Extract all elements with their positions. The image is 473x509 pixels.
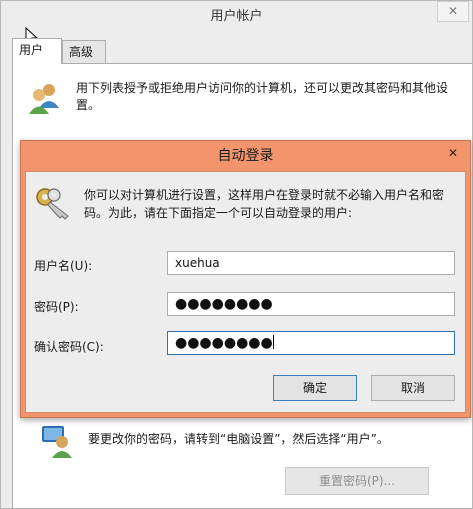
username-label: 用户名(U): bbox=[34, 259, 93, 273]
dialog-close-button[interactable]: ✕ bbox=[441, 144, 465, 162]
password-input[interactable]: ●●●●●●●● bbox=[167, 292, 455, 316]
password-label: 密码(P): bbox=[34, 300, 79, 314]
users-icon bbox=[29, 84, 59, 114]
dialog-title: 自动登录 bbox=[217, 148, 274, 164]
confirm-password-value: ●●●●●●●● bbox=[175, 335, 273, 351]
username-input[interactable]: xuehua bbox=[167, 251, 455, 275]
confirm-password-label: 确认密码(C): bbox=[34, 340, 104, 354]
outer-description: 用下列表授予或拒绝用户访问你的计算机，还可以更改其密码和其他设置。 bbox=[76, 81, 449, 112]
dialog-body: 你可以对计算机进行设置，这样用户在登录时就不必输入用户名和密码。为此，请在下面指… bbox=[25, 171, 466, 413]
ok-button[interactable]: 确定 bbox=[273, 375, 357, 401]
text-caret bbox=[272, 335, 274, 349]
tab-advanced[interactable]: 高级 bbox=[62, 40, 106, 63]
user-settings-icon bbox=[42, 426, 72, 458]
keys-icon bbox=[36, 188, 69, 220]
auto-login-dialog: 自动登录 ✕ 你可以对计算机进行设置，这样用户在登录时就不必输入用户名和密码。为… bbox=[20, 140, 471, 418]
cancel-button[interactable]: 取消 bbox=[371, 375, 455, 401]
window-title: 用户帐户 bbox=[210, 9, 263, 24]
change-password-note: 要更改你的密码，请转到“电脑设置”，然后选择“用户”。 bbox=[88, 432, 389, 446]
confirm-password-input[interactable]: ●●●●●●●● bbox=[167, 331, 455, 355]
reset-password-button[interactable]: 重置密码(P)... bbox=[285, 467, 429, 495]
dialog-description: 你可以对计算机进行设置，这样用户在登录时就不必输入用户名和密码。为此，请在下面指… bbox=[84, 188, 445, 220]
window-close-button[interactable]: ✕ bbox=[437, 1, 469, 22]
tab-users[interactable]: 用户 bbox=[12, 38, 62, 64]
